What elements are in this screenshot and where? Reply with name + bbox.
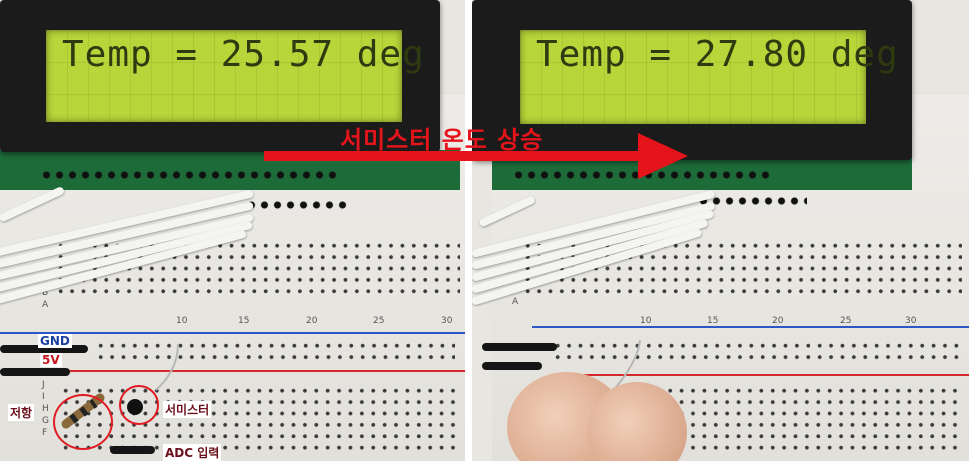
right-photo: Temp = 27.80 deg 10 15 20 25 30 B A bbox=[472, 0, 969, 461]
5v-label: 5V bbox=[40, 353, 62, 367]
arrow-label: 서미스터 온도 상승 bbox=[340, 126, 544, 154]
left-photo: Temp = 25.57 deg 10 15 20 25 30 B A J I … bbox=[0, 0, 465, 461]
thermistor-label: 서미스터 bbox=[163, 401, 212, 418]
gnd-label: GND bbox=[38, 334, 72, 348]
component-overlay bbox=[61, 343, 179, 429]
thermistor-circle bbox=[119, 385, 159, 425]
arrow-head-icon bbox=[638, 133, 688, 179]
resistor-circle bbox=[53, 394, 113, 450]
resistor-label: 저항 bbox=[8, 404, 35, 421]
thermistor-lead bbox=[155, 343, 179, 391]
adc-input-label: ADC 입력 bbox=[163, 444, 222, 461]
